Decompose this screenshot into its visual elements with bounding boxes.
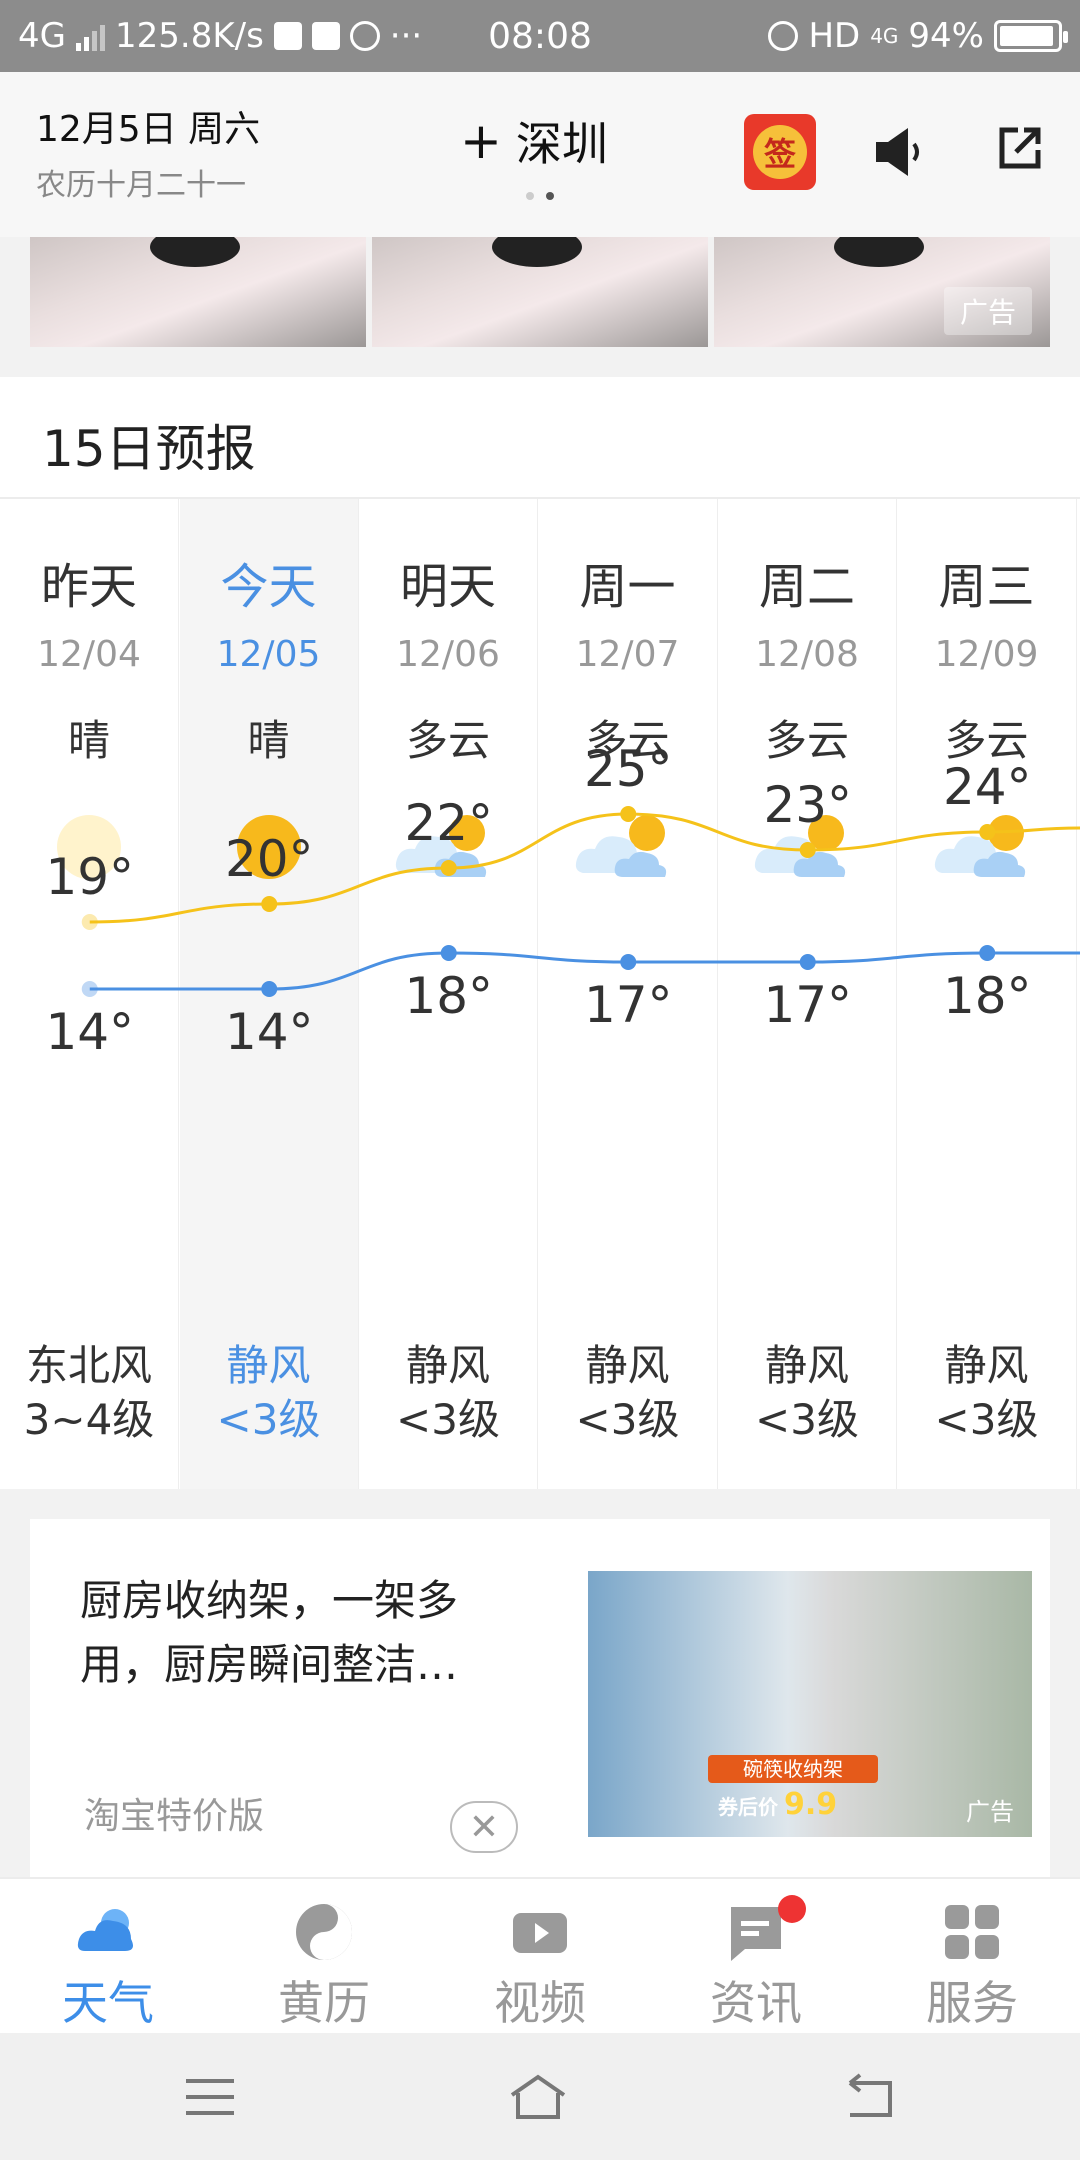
day-condition: 多云 xyxy=(405,716,490,765)
ad-card[interactable]: 厨房收纳架，一架多用，厨房瞬间整洁… 淘宝特价版 ✕ 碗筷收纳架 券后价 9.9 … xyxy=(30,1519,1050,1877)
tab-label: 天气 xyxy=(62,1976,154,2030)
more-notifications-icon: ··· xyxy=(389,16,423,56)
ad-badge: 广告 xyxy=(943,287,1032,335)
forecast-days[interactable]: 昨天 12/04 晴东北风 3~4级 今天 12/05 晴静风 <3级 明天 12/06 多云静风 <… xyxy=(0,499,1080,1489)
back-icon[interactable] xyxy=(840,2069,900,2125)
forecast-day[interactable]: 周一 12/07 多云静风 <3级 xyxy=(539,499,718,1489)
crown-icon xyxy=(273,22,302,50)
partly-cloudy-icon xyxy=(395,815,487,877)
hd-indicator: HD xyxy=(808,16,861,56)
day-condition: 多云 xyxy=(944,716,1029,765)
tab-label: 视频 xyxy=(494,1976,586,2030)
tab-news[interactable]: 资讯 xyxy=(648,1879,864,2033)
day-name: 今天 xyxy=(220,559,317,615)
partly-cloudy-icon xyxy=(934,815,1025,877)
forecast-title: 15日预报 xyxy=(42,420,256,478)
ad-product-image[interactable]: 碗筷收纳架 券后价 9.9 广告 xyxy=(588,1571,1032,1837)
services-grid-icon xyxy=(945,1905,999,1959)
add-city-icon[interactable]: + xyxy=(460,112,502,170)
tab-label: 黄历 xyxy=(278,1976,370,2030)
ad-close-button[interactable]: ✕ xyxy=(450,1801,518,1853)
speaker-icon[interactable] xyxy=(872,124,922,180)
network-type: 4G xyxy=(18,16,66,56)
partly-cloudy-icon xyxy=(754,815,846,877)
tab-almanac[interactable]: 黄历 xyxy=(216,1879,432,2033)
day-condition: 多云 xyxy=(764,716,849,765)
notification-icon xyxy=(349,21,380,51)
partly-cloudy-icon xyxy=(575,815,666,877)
ad-pic-label: 碗筷收纳架 xyxy=(708,1755,878,1783)
day-name: 明天 xyxy=(399,559,496,615)
signal-icon xyxy=(75,21,105,51)
news-badge-dot xyxy=(778,1895,806,1923)
tab-label: 资讯 xyxy=(710,1976,802,2030)
ad-tag: 广告 xyxy=(966,1798,1014,1826)
tab-label: 服务 xyxy=(926,1976,1018,2030)
yin-yang-icon xyxy=(296,1904,352,1960)
ad-image xyxy=(30,237,366,347)
status-bar: 4G 125.8K/s ··· 08:08 HD 4G 94% xyxy=(0,0,1080,72)
alarm-icon xyxy=(768,21,799,51)
share-icon[interactable] xyxy=(996,124,1044,172)
lunar-date: 农历十月二十一 xyxy=(36,168,246,203)
day-condition: 晴 xyxy=(67,716,110,765)
system-nav-bar xyxy=(0,2033,1080,2160)
day-wind: 东北风 3~4级 xyxy=(23,1341,155,1444)
header-date: 12月5日 周六 xyxy=(36,109,261,150)
day-wind: 静风 <3级 xyxy=(755,1341,859,1444)
city-name: 深圳 xyxy=(515,117,608,171)
ad-image xyxy=(372,237,708,347)
day-date: 12/07 xyxy=(575,634,680,675)
forecast-day[interactable]: 今天 12/05 晴静风 <3级 xyxy=(179,499,359,1489)
app-header: 12月5日 周六 农历十月二十一 + 深圳 签 xyxy=(0,72,1080,237)
day-date: 12/08 xyxy=(755,634,859,675)
day-wind: 静风 <3级 xyxy=(575,1341,680,1444)
battery-percent: 94% xyxy=(908,16,984,56)
forecast-day[interactable]: 昨天 12/04 晴东北风 3~4级 xyxy=(0,499,179,1489)
home-icon[interactable] xyxy=(508,2069,568,2125)
day-condition: 多云 xyxy=(585,716,670,765)
forecast-day[interactable]: 周三 12/09 多云静风 <3级 xyxy=(898,499,1077,1489)
bottom-tab-bar: 天气 黄历 视频 资讯 服务 xyxy=(0,1877,1080,2033)
day-date: 12/05 xyxy=(216,634,321,675)
forecast-day[interactable]: 明天 12/06 多云静风 <3级 xyxy=(359,499,538,1489)
top-ad-banner[interactable]: 广告 xyxy=(0,237,1080,377)
day-wind: 静风 <3级 xyxy=(396,1341,500,1444)
page-indicator xyxy=(526,192,554,200)
ad-pic-price: 券后价 9.9 xyxy=(718,1787,838,1822)
day-date: 12/06 xyxy=(396,634,500,675)
battery-icon xyxy=(994,20,1068,52)
day-wind: 静风 <3级 xyxy=(934,1341,1039,1444)
network-speed: 125.8K/s xyxy=(114,16,264,56)
tab-video[interactable]: 视频 xyxy=(432,1879,648,2033)
day-date: 12/04 xyxy=(37,634,141,675)
menu-icon[interactable] xyxy=(180,2069,240,2125)
sun-icon xyxy=(236,815,301,879)
forecast-panel: 15日预报 昨天 12/04 晴东北风 3~4级 今天 12/05 晴静风 <3级 明天 12/0… xyxy=(0,377,1080,1489)
day-date: 12/09 xyxy=(934,634,1039,675)
city-selector[interactable]: + 深圳 xyxy=(460,108,608,174)
sun-faded-icon xyxy=(57,815,121,879)
day-wind: 静风 <3级 xyxy=(216,1341,321,1444)
weather-cloud-icon xyxy=(77,1909,133,1951)
day-name: 昨天 xyxy=(40,559,137,615)
net-4g-indicator: 4G xyxy=(870,24,899,48)
forecast-day[interactable]: 周二 12/08 多云静风 <3级 xyxy=(718,499,897,1489)
day-condition: 晴 xyxy=(247,716,290,765)
sign-in-icon: 签 xyxy=(753,125,807,179)
video-icon xyxy=(513,1913,567,1953)
ad-headline[interactable]: 厨房收纳架，一架多用，厨房瞬间整洁… xyxy=(80,1569,520,1697)
tab-services[interactable]: 服务 xyxy=(864,1879,1080,2033)
day-name: 周三 xyxy=(938,559,1035,615)
sign-in-button[interactable]: 签 xyxy=(744,114,816,190)
tab-weather[interactable]: 天气 xyxy=(0,1879,216,2033)
app-notification-icon xyxy=(311,22,340,50)
ad-source: 淘宝特价版 xyxy=(84,1796,265,1837)
day-name: 周一 xyxy=(579,559,676,615)
day-name: 周二 xyxy=(758,559,855,615)
